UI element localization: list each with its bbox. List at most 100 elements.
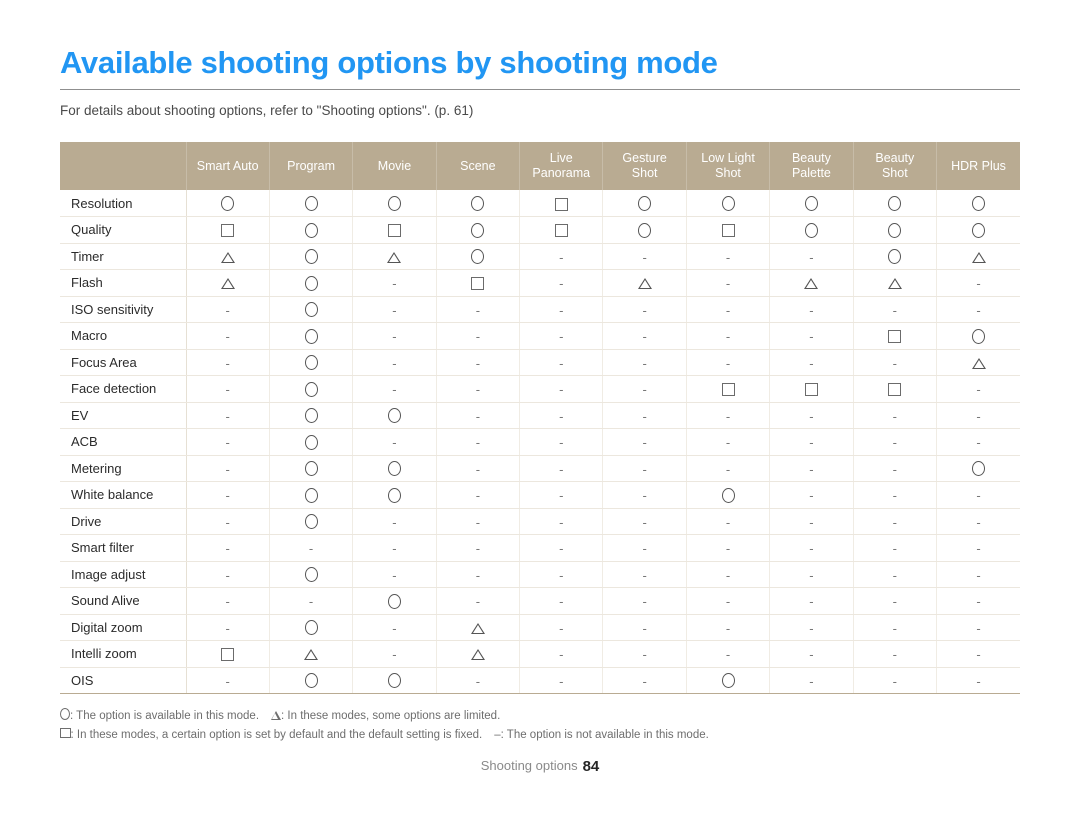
dash-icon: - bbox=[892, 461, 897, 477]
cell bbox=[269, 375, 354, 403]
cell bbox=[352, 190, 437, 217]
table-row: Digital zoom - - - - - - - - bbox=[60, 614, 1020, 641]
cell: - bbox=[436, 508, 521, 535]
cell bbox=[269, 614, 354, 641]
cell bbox=[436, 269, 521, 297]
row-label-acb: ACB bbox=[60, 428, 187, 456]
circle-icon bbox=[304, 196, 318, 212]
dash-icon: - bbox=[976, 673, 981, 689]
dash-icon: - bbox=[725, 567, 731, 583]
dash-icon: - bbox=[225, 408, 230, 424]
cell: - bbox=[436, 455, 521, 482]
dash-icon: - bbox=[892, 408, 897, 424]
cell bbox=[269, 349, 354, 376]
square-icon bbox=[554, 224, 568, 238]
circle-icon bbox=[721, 673, 735, 689]
cell: - bbox=[936, 614, 1020, 641]
row-label-timer: Timer bbox=[60, 243, 187, 270]
dash-icon: - bbox=[976, 435, 981, 451]
cell: - bbox=[853, 428, 938, 456]
cell: - bbox=[769, 561, 854, 588]
page-title: Available shooting options by shooting m… bbox=[60, 45, 718, 80]
cell: - bbox=[936, 402, 1020, 429]
square-icon bbox=[471, 277, 485, 291]
cell bbox=[686, 667, 771, 694]
cell: - bbox=[436, 428, 521, 456]
square-icon bbox=[888, 383, 902, 397]
cell: - bbox=[436, 402, 521, 429]
cell: - bbox=[853, 667, 938, 694]
dash-icon: - bbox=[725, 249, 731, 265]
circle-icon bbox=[304, 461, 318, 477]
legend-square-text: : In these modes, a certain option is se… bbox=[70, 729, 483, 741]
cell: - bbox=[936, 508, 1020, 535]
row-label-quality: Quality bbox=[60, 216, 187, 244]
cell bbox=[936, 243, 1020, 270]
table-row: Image adjust - - - - - - - - - bbox=[60, 561, 1020, 588]
cell: - bbox=[853, 561, 938, 588]
cell bbox=[352, 481, 437, 509]
row-label-digital-zoom: Digital zoom bbox=[60, 614, 187, 641]
column-header-hdr-plus: HDR Plus bbox=[936, 142, 1020, 190]
dash-icon: - bbox=[559, 276, 564, 292]
row-label-image-adjust: Image adjust bbox=[60, 561, 187, 588]
dash-icon: - bbox=[892, 302, 897, 318]
dash-icon: - bbox=[475, 673, 481, 689]
cell: - bbox=[519, 296, 604, 323]
cell: - bbox=[853, 534, 938, 562]
table-row: Metering - - - - - - - bbox=[60, 455, 1020, 482]
circle-icon bbox=[304, 381, 318, 397]
cell: - bbox=[769, 587, 854, 615]
cell bbox=[853, 269, 938, 297]
cell: - bbox=[186, 375, 270, 403]
dash-icon: - bbox=[809, 249, 814, 265]
row-label-intelli-zoom: Intelli zoom bbox=[60, 640, 187, 668]
dash-icon: - bbox=[475, 594, 481, 610]
triangle-icon bbox=[804, 278, 819, 290]
dash-icon: - bbox=[225, 514, 230, 530]
cell: - bbox=[853, 296, 938, 323]
row-label-sound-alive: Sound Alive bbox=[60, 587, 187, 615]
triangle-icon bbox=[304, 649, 319, 661]
cell: - bbox=[602, 243, 687, 270]
circle-icon bbox=[304, 408, 318, 424]
dash-icon: - bbox=[225, 594, 230, 610]
cell: - bbox=[769, 455, 854, 482]
dash-icon: - bbox=[976, 488, 981, 504]
cell: - bbox=[769, 402, 854, 429]
cell bbox=[853, 375, 938, 403]
dash-icon: - bbox=[642, 435, 647, 451]
cell: - bbox=[769, 349, 854, 376]
row-label-flash: Flash bbox=[60, 269, 187, 297]
column-header-gesture-shot: Gesture Shot bbox=[602, 142, 687, 190]
circle-icon bbox=[387, 408, 401, 424]
dash-icon: - bbox=[725, 514, 731, 530]
dash-icon: - bbox=[642, 488, 647, 504]
dash-icon: - bbox=[809, 408, 814, 424]
cell: - bbox=[519, 481, 604, 509]
dash-icon: - bbox=[225, 382, 230, 398]
dash-icon: - bbox=[308, 541, 314, 557]
circle-icon bbox=[387, 196, 401, 212]
shooting-options-table: Smart Auto Program Movie Scene Live Panorama G… bbox=[60, 142, 1020, 694]
cell: - bbox=[602, 587, 687, 615]
cell: - bbox=[352, 640, 437, 668]
table-row: Drive - - - - - - - - - bbox=[60, 508, 1020, 535]
dash-icon: - bbox=[559, 541, 564, 557]
cell: - bbox=[686, 322, 771, 350]
dash-icon: - bbox=[392, 329, 397, 345]
cell: - bbox=[186, 428, 270, 456]
cell bbox=[269, 296, 354, 323]
dash-icon: - bbox=[559, 435, 564, 451]
cell bbox=[269, 269, 354, 297]
cell: - bbox=[853, 402, 938, 429]
dash-icon: - bbox=[976, 541, 981, 557]
cell bbox=[269, 428, 354, 456]
cell: - bbox=[519, 614, 604, 641]
cell: - bbox=[436, 375, 521, 403]
cell bbox=[436, 190, 521, 217]
cell bbox=[269, 216, 354, 244]
dash-icon: - bbox=[892, 541, 897, 557]
triangle-icon bbox=[470, 622, 485, 634]
column-header-low-light-shot: Low Light Shot bbox=[686, 142, 771, 190]
